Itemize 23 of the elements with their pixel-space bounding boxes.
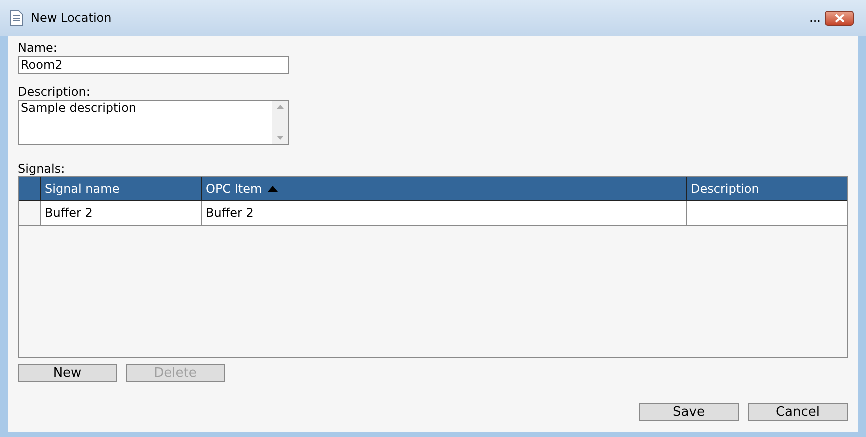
button[interactable]: New bbox=[18, 364, 117, 382]
window-menu-dots[interactable]: ... bbox=[810, 9, 821, 27]
button[interactable]: Cancel bbox=[748, 403, 848, 421]
scroll-down-icon[interactable] bbox=[276, 136, 284, 140]
scrollbar[interactable] bbox=[272, 101, 288, 144]
column-header[interactable]: Signal name bbox=[41, 177, 202, 200]
scroll-up-icon[interactable] bbox=[276, 105, 284, 109]
table-cell: Buffer 2 bbox=[202, 201, 687, 225]
field-label: Description: bbox=[18, 85, 92, 99]
close-icon bbox=[834, 14, 844, 22]
row-header[interactable] bbox=[19, 201, 41, 225]
close-button[interactable] bbox=[825, 10, 854, 26]
column-header[interactable]: Description bbox=[687, 177, 847, 200]
section-label: Signals: bbox=[18, 162, 66, 176]
field-label: Name: bbox=[18, 41, 58, 55]
description-field[interactable]: Sample description bbox=[18, 100, 289, 145]
sort-ascending-icon bbox=[268, 186, 278, 192]
document-icon bbox=[10, 10, 23, 26]
table-cell: Buffer 2 bbox=[41, 201, 202, 225]
button[interactable]: Save bbox=[639, 403, 739, 421]
name-field[interactable]: Room2 bbox=[18, 56, 289, 74]
window-title: New Location bbox=[31, 10, 112, 27]
column-header[interactable]: OPC Item bbox=[202, 177, 687, 200]
